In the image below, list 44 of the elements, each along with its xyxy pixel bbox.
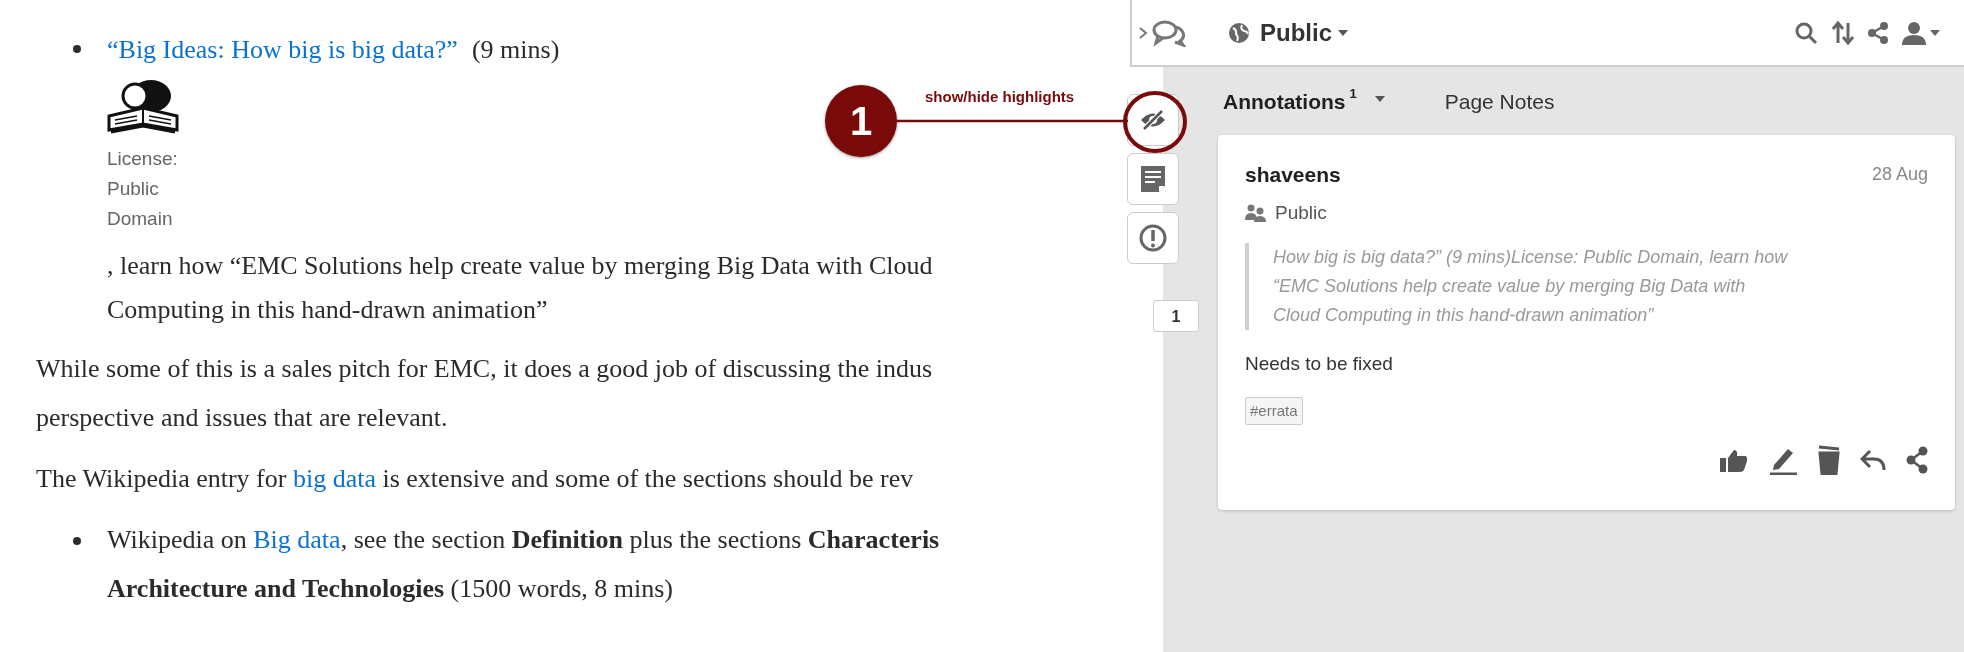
new-note-button[interactable] [1127, 153, 1179, 205]
bullet-icon [73, 45, 81, 53]
user-icon [1902, 20, 1926, 45]
chat-bubbles-icon[interactable] [1152, 18, 1186, 47]
reply-icon[interactable] [1860, 449, 1886, 471]
link[interactable]: Big data [253, 525, 341, 554]
share-icon[interactable] [1906, 446, 1928, 474]
bullet-icon [73, 537, 81, 545]
license-text: License: Public Domain [107, 147, 179, 231]
alert-button[interactable] [1127, 212, 1179, 264]
paragraph: While some of this is a sales pitch for EMC, it does a good job of discussing the indus perspective and issues that are relevant. [36, 353, 933, 434]
tab[interactable]: Page Notes [1444, 86, 1555, 118]
visibility-label: Public [1275, 200, 1327, 225]
alert-icon [1139, 224, 1167, 252]
share-icon[interactable] [1868, 21, 1888, 44]
video-link[interactable]: “Big Ideas: How big is big data?” [107, 28, 458, 72]
scope-dropdown[interactable]: Public [1260, 14, 1348, 51]
group-icon [1245, 203, 1267, 222]
search-icon[interactable] [1794, 20, 1818, 45]
callout-label: show/hide highlights [925, 87, 1075, 107]
thumbs-up-icon[interactable] [1720, 448, 1748, 472]
duration-text: (9 mins) [471, 34, 560, 66]
username[interactable]: shaveens [1245, 159, 1341, 191]
annotation-text: Needs to be fixed [1245, 352, 1394, 376]
tag[interactable]: #errata [1245, 396, 1303, 425]
caption-text: , learn how “EMC Solutions help create value by merging Big Data with Cloud Computing in this hand-drawn animation” [107, 250, 933, 326]
sort-icon[interactable] [1832, 20, 1854, 45]
highlight-ring [1122, 90, 1188, 154]
caret-icon [1338, 29, 1348, 36]
quote: How big is big data?” (9 mins)License: Public Domain, learn how “EMC Solutions help create value by merging Big Data with Cloud Computing in this hand-drawn animation” [1245, 243, 1815, 330]
caret-icon [1930, 29, 1940, 36]
link[interactable]: big data [292, 464, 376, 493]
paragraph: The Wikipedia entry for big data is extensive and some of the sections should be rev [36, 463, 914, 495]
note-icon [1141, 166, 1165, 192]
annotation-date[interactable]: 28 Aug [1871, 161, 1928, 189]
list-item-text: Wikipedia on Big data, see the section Definition plus the sections Characteris Architecture and Technologies (1500 words, 8 mins) [107, 524, 940, 605]
chevron-right-icon[interactable] [1138, 25, 1148, 40]
caret-icon [1374, 96, 1385, 102]
globe-icon [1228, 21, 1250, 44]
highlight-count: 1 [1153, 300, 1199, 332]
callout-number: 1 [825, 85, 897, 157]
eye-slash-icon [1139, 109, 1167, 131]
trash-icon[interactable] [1818, 445, 1840, 475]
user-menu[interactable] [1902, 20, 1940, 45]
